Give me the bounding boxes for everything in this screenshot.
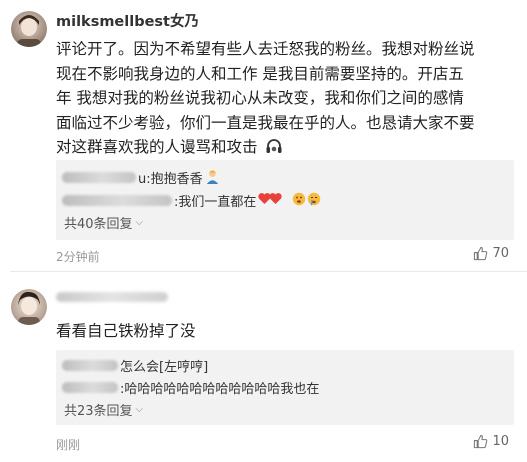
chevron-down-icon: ⌵ xyxy=(135,404,144,415)
avatar[interactable] xyxy=(11,289,47,325)
timestamp: 2分钟前 xyxy=(56,250,100,264)
like-button[interactable]: 70 xyxy=(473,246,509,261)
comment-text: 看看自己铁粉掉了没 xyxy=(56,319,513,344)
reply-item: u:抱抱香香 xyxy=(62,168,220,187)
like-button[interactable]: 10 xyxy=(473,434,509,449)
heart-emoji-icon xyxy=(258,192,292,209)
more-replies-label: 共40条回复 xyxy=(64,217,133,232)
comment-text-line: 年 我想对我的粉丝说我初心从未改变，我和你们之间的感情 xyxy=(56,89,464,107)
comment-text-line: 对这群喜欢我的人谩骂和攻击 xyxy=(56,138,258,156)
reply-item: :哈哈哈哈哈哈哈哈哈哈哈哈我也在 xyxy=(62,378,319,397)
view-more-replies-link[interactable]: 共40条回复 ⌵ xyxy=(64,213,143,232)
comment-text-line: 看看自己铁粉掉了没 xyxy=(56,322,196,340)
comment-text-line: 评论开了。因为不希望有些人去迁怒我的粉丝。我想对粉丝说 xyxy=(56,40,475,58)
more-replies-label: 共23条回复 xyxy=(64,404,133,419)
comment-text-line: 面临过不少考验，你们一直是我最在乎的人。也恳请大家不要 xyxy=(56,113,475,132)
username[interactable]: milksmellbest女乃 xyxy=(56,10,199,31)
reply-item: :我们一直都在 xyxy=(62,191,322,210)
comment-card-2: 看看自己铁粉掉了没 怎么会[左哼哼] :哈哈哈哈哈哈哈哈哈哈哈哈我也在 共23条… xyxy=(0,272,527,462)
blurred-username xyxy=(62,382,118,393)
view-more-replies-link[interactable]: 共23条回复 ⌵ xyxy=(64,400,143,419)
thumbs-up-icon xyxy=(474,246,488,261)
reply-box: 怎么会[左哼哼] :哈哈哈哈哈哈哈哈哈哈哈哈我也在 共23条回复 ⌵ xyxy=(56,350,514,425)
reply-text: 怎么会[左哼哼] xyxy=(120,360,209,375)
reply-text: :我们一直都在 xyxy=(174,195,257,210)
comment-text: 评论开了。因为不希望有些人去迁怒我的粉丝。我想对粉丝说 现在不影响我身边的人和工… xyxy=(56,37,513,160)
chevron-down-icon: ⌵ xyxy=(135,217,144,228)
reply-item: 怎么会[左哼哼] xyxy=(62,356,208,375)
timestamp: 刚刚 xyxy=(56,438,81,452)
reply-text: :哈哈哈哈哈哈哈哈哈哈哈哈我也在 xyxy=(120,382,320,397)
reply-text: u:抱抱香香 xyxy=(138,172,203,187)
avatar[interactable] xyxy=(11,11,47,47)
comment-card-1: milksmellbest女乃 评论开了。因为不希望有些人去迁怒我的粉丝。我想对… xyxy=(0,0,527,272)
comment-text-line: 现在不影响我身边的人和工作 是我目前需要坚持的。开店五 xyxy=(56,64,464,83)
like-count: 70 xyxy=(492,246,509,261)
thumbs-up-icon xyxy=(474,434,488,449)
crying-face-emoji-icon xyxy=(292,192,322,210)
reply-box: u:抱抱香香 :我们一直都在 共40条回复 ⌵ xyxy=(56,160,514,240)
blurred-username xyxy=(62,360,118,371)
blurred-username xyxy=(62,172,136,183)
person-emoji-icon xyxy=(203,169,220,186)
headphones-emoji-icon xyxy=(262,135,283,160)
blurred-username[interactable] xyxy=(56,292,168,302)
blurred-username xyxy=(62,195,172,206)
like-count: 10 xyxy=(492,434,509,449)
comment-text-line-last: 对这群喜欢我的人谩骂和攻击 xyxy=(56,135,513,160)
